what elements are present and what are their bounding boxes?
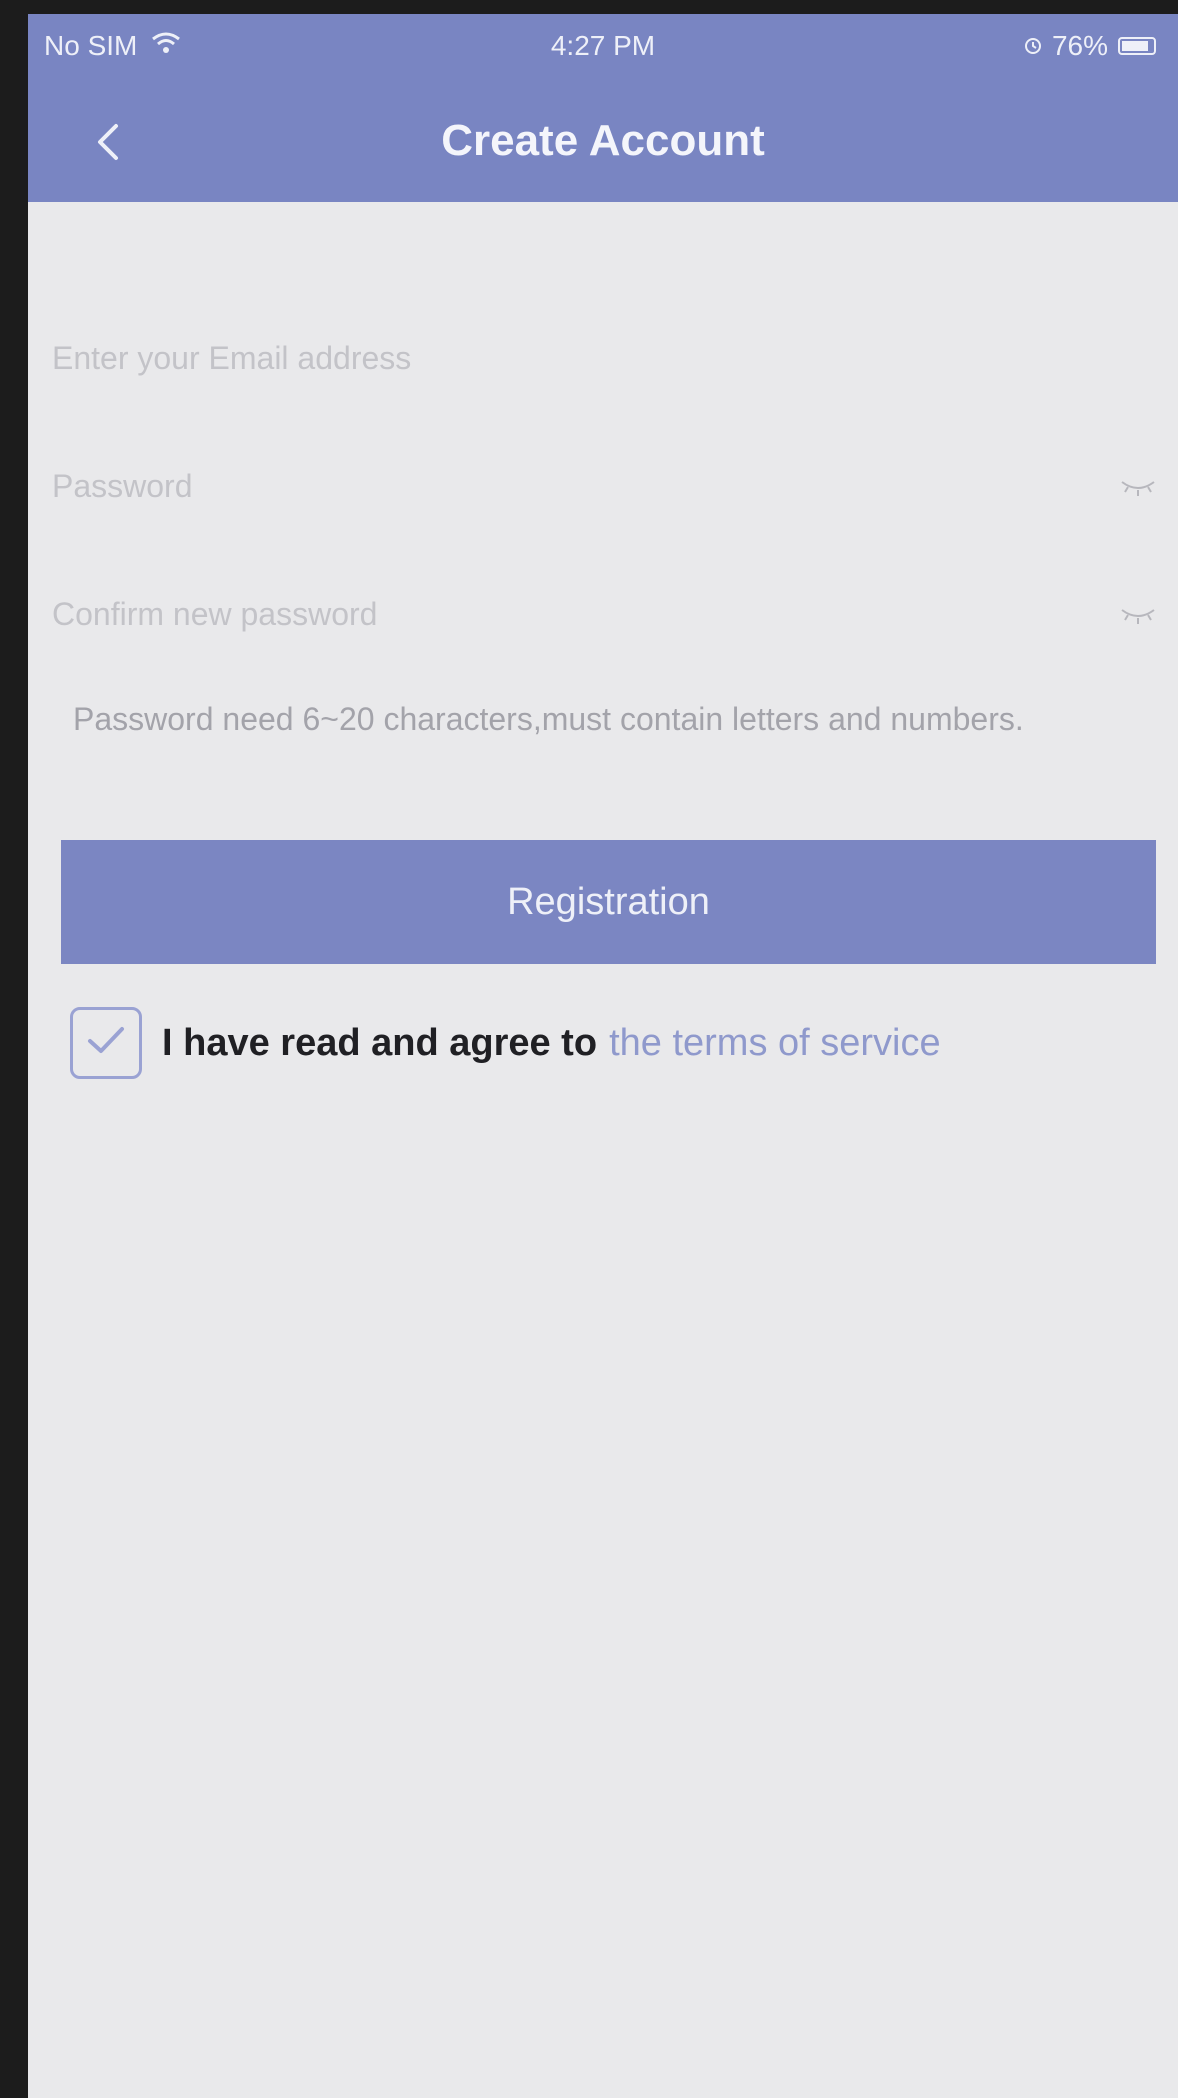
terms-of-service-link[interactable]: the terms of service [609, 1022, 941, 1065]
password-hint: Password need 6~20 characters,must conta… [73, 701, 1024, 737]
confirm-password-field[interactable] [50, 588, 1064, 640]
battery-percent: 76% [1051, 30, 1108, 61]
status-right: 76% [1024, 30, 1156, 62]
password-row [28, 420, 1178, 548]
status-bar: No SIM 4:27 PM 76% [28, 14, 1178, 76]
registration-button[interactable]: Registration [61, 840, 1156, 964]
agreement-text: I have read and agree to [162, 1021, 598, 1064]
nav-row: Create Account [28, 114, 1178, 174]
eye-closed-icon[interactable] [1118, 470, 1158, 500]
email-row [28, 292, 1178, 420]
confirm-row [28, 548, 1178, 676]
agreement-row: I have read and agree to the terms of se… [70, 1004, 941, 1082]
email-field[interactable] [50, 332, 1064, 384]
signup-form [28, 292, 1178, 676]
battery-icon [1118, 37, 1156, 55]
alarm-icon [1024, 30, 1042, 62]
checkmark-icon [84, 1023, 128, 1064]
eye-closed-icon[interactable] [1118, 598, 1158, 628]
app-header: No SIM 4:27 PM 76% Create Account [28, 14, 1178, 202]
phone-screen: No SIM 4:27 PM 76% Create Account Enter … [28, 14, 1178, 2098]
password-field[interactable] [50, 460, 1064, 512]
status-time: 4:27 PM [550, 30, 656, 61]
agree-checkbox[interactable] [70, 1007, 142, 1079]
page-title: Create Account [441, 116, 765, 165]
